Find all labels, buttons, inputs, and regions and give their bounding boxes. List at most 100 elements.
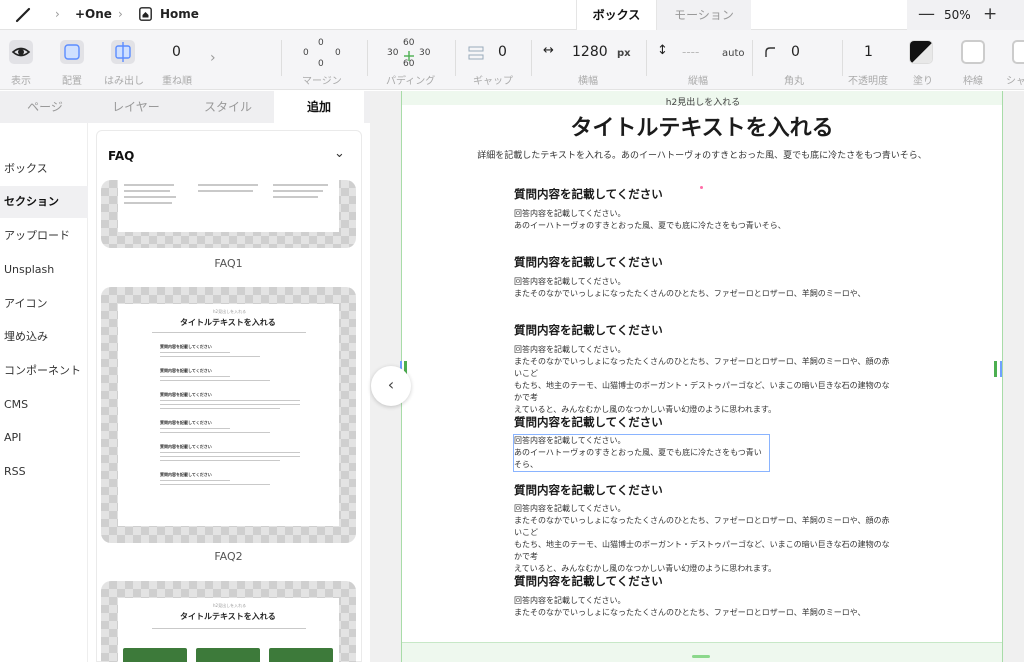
category-rss[interactable]: RSS <box>0 456 88 488</box>
margin-right[interactable]: 0 <box>335 48 341 58</box>
faq-question[interactable]: 質問内容を記載してください <box>514 186 663 202</box>
thumbnail-question: 質問内容を記載してください <box>160 392 212 397</box>
padding-left[interactable]: 30 <box>387 48 398 58</box>
thumbnail-text <box>152 332 306 333</box>
thumbnail-question: 質問内容を記載してください <box>160 368 212 373</box>
zindex-value[interactable]: 0 <box>172 44 181 60</box>
category-icon[interactable]: アイコン <box>0 288 88 320</box>
padding-label: パディング <box>386 76 436 87</box>
gap-icon <box>468 46 484 60</box>
category-upload[interactable]: アップロード <box>0 220 88 252</box>
thumbnail-preview: h2見出しを入れる タイトルテキストを入れる 質問内容を記載してください 質問内… <box>118 304 339 526</box>
padding-center-icon <box>404 46 414 61</box>
opacity-label: 不透明度 <box>848 76 888 87</box>
section-description[interactable]: 詳細を記載したテキストを入れる。あのイーハトーヴォのすきとおった風、夏でも底に冷… <box>402 148 1002 161</box>
overflow-button[interactable] <box>111 40 135 64</box>
thumbnail-text <box>160 432 270 433</box>
overflow-label: はみ出し <box>104 76 144 87</box>
category-unsplash[interactable]: Unsplash <box>0 254 88 286</box>
thumbnail-preview <box>118 180 339 232</box>
faq-answer[interactable]: 回答内容を記載してください。 またそのなかでいっしょになったたくさんのひとたち、… <box>514 276 894 300</box>
resize-handle-bottom[interactable] <box>692 655 710 658</box>
align-button[interactable] <box>60 40 84 64</box>
faq1-thumbnail[interactable] <box>101 180 356 248</box>
padding-right[interactable]: 30 <box>419 48 430 58</box>
radius-value[interactable]: 0 <box>791 44 800 60</box>
faq-answer[interactable]: 回答内容を記載してください。 またそのなかでいっしょになったたくさんのひとたち、… <box>514 344 894 416</box>
faq-question[interactable]: 質問内容を記載してください <box>514 482 663 498</box>
thumbnail-photo <box>196 648 260 662</box>
tab-layer[interactable]: レイヤー <box>90 91 182 123</box>
collapse-panel-button[interactable]: ‹ <box>371 366 411 406</box>
width-unit[interactable]: px <box>617 48 631 59</box>
visibility-toggle[interactable] <box>9 40 33 64</box>
thumbnail-heading-label: h2見出しを入れる <box>213 603 247 608</box>
faq-group-header[interactable]: FAQ <box>108 149 134 163</box>
chevron-right-icon[interactable]: › <box>210 50 216 66</box>
editor-app: › +One › Home ボックス モーション — 50% + 表示 配置 は… <box>0 0 1024 662</box>
category-api[interactable]: API <box>0 422 88 454</box>
faq-answer[interactable]: 回答内容を記載してください。 あのイーハトーヴォのすきとおった風、夏でも底に冷た… <box>514 208 894 232</box>
faq-answer[interactable]: 回答内容を記載してください。 またそのなかでいっしょになったたくさんのひとたち、… <box>514 595 894 619</box>
divider <box>455 40 456 76</box>
category-component[interactable]: コンポーネント <box>0 355 88 387</box>
height-value[interactable]: ---- <box>682 45 699 59</box>
radius-label: 角丸 <box>784 76 804 87</box>
faq-question[interactable]: 質問内容を記載してください <box>514 573 663 589</box>
chevron-right-icon: › <box>55 7 60 21</box>
width-value[interactable]: 1280 <box>572 44 608 60</box>
faq3-thumbnail[interactable]: h2見出しを入れる タイトルテキストを入れる <box>101 581 356 662</box>
thumbnail-heading-label: h2見出しを入れる <box>213 309 247 314</box>
opacity-value[interactable]: 1 <box>864 44 873 60</box>
zoom-level[interactable]: 50% <box>944 8 971 22</box>
thumbnail-text <box>160 428 230 429</box>
category-embed[interactable]: 埋め込み <box>0 321 88 353</box>
margin-left[interactable]: 0 <box>303 48 309 58</box>
thumbnail-text <box>160 352 230 353</box>
resize-handle-right[interactable] <box>994 361 997 377</box>
breadcrumb-page[interactable]: Home <box>160 7 199 21</box>
thumbnail-text <box>160 460 280 461</box>
cursor-marker <box>700 186 703 189</box>
breadcrumb-project[interactable]: +One <box>75 7 112 21</box>
gap-value[interactable]: 0 <box>498 44 507 60</box>
align-icon <box>64 44 80 60</box>
padding-bottom[interactable]: 60 <box>403 59 414 69</box>
margin-bottom[interactable]: 0 <box>318 59 324 69</box>
height-unit[interactable]: auto <box>722 48 745 59</box>
faq2-thumbnail[interactable]: h2見出しを入れる タイトルテキストを入れる 質問内容を記載してください 質問内… <box>101 287 356 543</box>
tab-add[interactable]: 追加 <box>274 91 364 123</box>
category-section[interactable]: セクション <box>0 186 88 218</box>
radius-icon <box>765 47 775 57</box>
tab-motion[interactable]: モーション <box>657 0 751 30</box>
category-box[interactable]: ボックス <box>0 153 88 185</box>
thumbnail-text <box>160 380 270 381</box>
border-swatch[interactable] <box>961 40 985 64</box>
section-title[interactable]: タイトルテキストを入れる <box>402 110 1002 142</box>
thumbnail-text <box>198 184 258 186</box>
thumbnail-text <box>124 190 170 192</box>
thumbnail-text <box>160 408 280 409</box>
faq-question[interactable]: 質問内容を記載してください <box>514 414 663 430</box>
faq-answer-selected[interactable]: 回答内容を記載してください。 あのイーハトーヴォのすきとおった風、夏でも底に冷た… <box>513 434 770 472</box>
chevron-down-icon[interactable]: ⌄ <box>334 146 345 161</box>
margin-label: マージン <box>302 76 342 87</box>
thumbnail-text <box>124 184 174 186</box>
zoom-out-button[interactable]: — <box>918 4 935 24</box>
faq-answer[interactable]: 回答内容を記載してください。 またそのなかでいっしょになったたくさんのひとたち、… <box>514 503 894 575</box>
margin-top[interactable]: 0 <box>318 38 324 48</box>
tab-page[interactable]: ページ <box>0 91 90 123</box>
faq-question[interactable]: 質問内容を記載してください <box>514 322 663 338</box>
zoom-in-button[interactable]: + <box>983 4 997 24</box>
shadow-swatch[interactable] <box>1012 40 1024 64</box>
tab-box[interactable]: ボックス <box>576 0 657 30</box>
gap-label: ギャップ <box>473 76 513 87</box>
pencil-icon[interactable] <box>14 6 32 24</box>
horizontal-arrows-icon: ↔ <box>543 43 554 58</box>
category-cms[interactable]: CMS <box>0 389 88 421</box>
section-heading-label[interactable]: h2見出しを入れる <box>603 95 803 108</box>
display-label: 表示 <box>11 76 31 87</box>
fill-swatch[interactable] <box>909 40 933 64</box>
tab-style[interactable]: スタイル <box>182 91 274 123</box>
faq-question[interactable]: 質問内容を記載してください <box>514 254 663 270</box>
